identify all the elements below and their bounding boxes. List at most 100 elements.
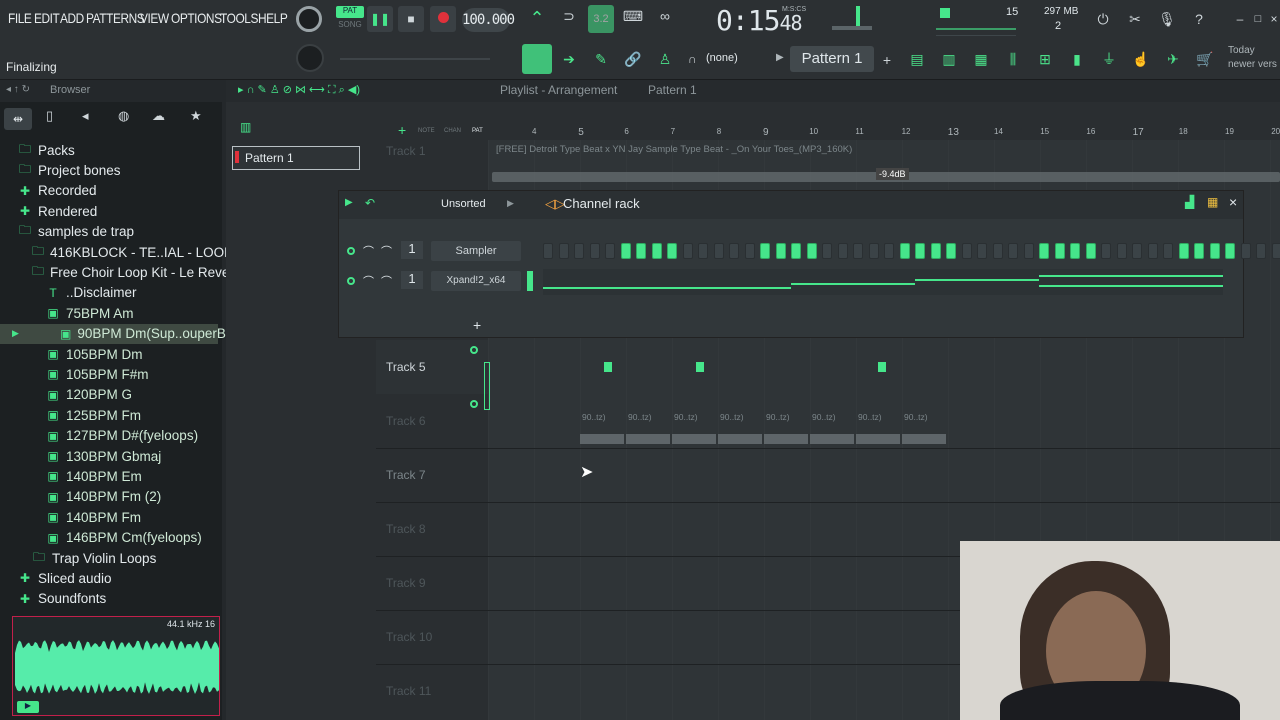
playlist-view-button[interactable] <box>522 44 552 74</box>
add-track-icon[interactable]: + <box>398 122 406 138</box>
menu-file[interactable]: FILE <box>8 10 32 26</box>
step-button[interactable] <box>853 243 863 259</box>
step-button[interactable] <box>698 243 708 259</box>
pat-mode-toggle[interactable]: PAT <box>336 6 364 18</box>
track-mute-icon[interactable] <box>470 400 478 408</box>
step-button[interactable] <box>1116 243 1127 259</box>
preview-play-icon[interactable]: ▶ <box>17 701 39 713</box>
step-button[interactable] <box>1147 243 1158 259</box>
close-icon[interactable]: × <box>1229 194 1237 210</box>
magnet-icon[interactable]: ∩ <box>688 52 697 66</box>
audio-clip-short[interactable]: 90..tz) <box>626 412 672 452</box>
browser-item[interactable]: ✚ Soundfonts <box>0 589 218 609</box>
browser-item[interactable]: 🗀 Free Choir Loop Kit - Le Reve <box>0 262 229 282</box>
browser-globe-icon[interactable]: ◍ <box>118 108 129 124</box>
step-button[interactable] <box>837 243 848 259</box>
pattern-list-item[interactable]: Pattern 1 <box>232 146 360 170</box>
loop-record-icon[interactable]: ∞ <box>652 8 678 30</box>
playlist-tool-icons[interactable]: ▸ ∩ ✎ ♙ ⊘ ⋈ ⟷ ⛶ ⌕ ◀) <box>238 83 360 97</box>
step-button[interactable] <box>636 243 646 259</box>
browser-item[interactable]: ▣ 140BPM Em <box>0 466 218 486</box>
step-button[interactable] <box>1070 243 1080 259</box>
audio-clip-short[interactable]: 90..tz) <box>902 412 948 452</box>
step-button[interactable] <box>868 243 879 259</box>
channel-rack-icon[interactable]: ▦ <box>970 48 992 70</box>
step-button[interactable] <box>558 243 569 259</box>
channel-pan-knob[interactable]: ⌒ <box>363 273 374 289</box>
step-button[interactable] <box>651 243 662 259</box>
step-button[interactable] <box>667 243 677 259</box>
browser-item[interactable]: ✚ Rendered <box>0 201 218 221</box>
tempo-display[interactable]: 100.000 <box>462 8 515 32</box>
channel-volume-knob[interactable]: ⌒ <box>381 273 392 289</box>
swing-icon[interactable]: ↶ <box>365 196 375 210</box>
channel-rack-menu-icon[interactable]: ▶ <box>345 197 353 208</box>
close-window-icon[interactable]: × <box>1268 8 1280 30</box>
stamp-icon[interactable]: ♙ <box>654 48 676 70</box>
step-button[interactable] <box>605 243 615 259</box>
audio-clip-short[interactable]: 90..tz) <box>718 412 764 452</box>
pencil-icon[interactable]: ✎ <box>590 48 612 70</box>
link-icon[interactable]: 🔗 <box>622 48 644 70</box>
track-label[interactable]: Track 10 <box>386 630 432 644</box>
browser-file-icon[interactable]: ▯ <box>46 108 53 124</box>
tempo-fine-slider[interactable] <box>340 58 490 60</box>
group-filter[interactable]: Unsorted <box>441 198 486 210</box>
menu-edit[interactable]: EDIT <box>34 10 60 26</box>
browser-item[interactable]: ▣ 105BPM Dm <box>0 344 218 364</box>
maximize-icon[interactable]: □ <box>1252 8 1264 30</box>
browser-tree-icon[interactable]: ⇹ <box>4 108 32 130</box>
pattern-picker-icon[interactable]: ▥ <box>240 120 251 134</box>
audio-clip-short[interactable]: 90..tz) <box>810 412 856 452</box>
audio-clip-short[interactable]: 90..tz) <box>764 412 810 452</box>
browser-item[interactable]: ▣ 75BPM Am <box>0 303 218 323</box>
browser-item[interactable]: 🗀 416KBLOCK - TE..IAL - LOOP KIT <box>0 242 258 262</box>
browser-item[interactable]: ✚ Sliced audio <box>0 568 218 588</box>
file-icon[interactable]: ▮ <box>1066 48 1088 70</box>
browser-item[interactable]: 🗀 Project bones <box>0 160 218 180</box>
step-button[interactable] <box>946 243 956 259</box>
step-button[interactable] <box>729 243 739 259</box>
step-button[interactable] <box>1163 243 1173 259</box>
channel-select-indicator[interactable] <box>527 271 533 291</box>
menu-options[interactable]: OPTIONS <box>171 10 222 26</box>
step-button[interactable] <box>791 243 801 259</box>
pattern-clip[interactable] <box>878 362 886 372</box>
browser-item[interactable]: ▣ 105BPM F#m <box>0 364 218 384</box>
sample-preview[interactable]: 44.1 kHz 16 ▶ <box>12 616 220 716</box>
step-button[interactable] <box>806 243 817 259</box>
master-volume-knob[interactable] <box>296 6 322 32</box>
countdown-icon[interactable]: 3.2 <box>588 5 614 33</box>
browser-cloud-icon[interactable]: ☁ <box>152 108 165 124</box>
audio-clip[interactable]: [FREE] Detroit Type Beat x YN Jay Sample… <box>492 142 1280 190</box>
browser-item[interactable]: ▣ 120BPM G <box>0 385 218 405</box>
browser-item[interactable]: ▣ 90BPM Dm(Sup..ouperBeatz) ▶ <box>0 323 256 344</box>
step-button[interactable] <box>1023 243 1034 259</box>
mic-icon[interactable]: 🎙 <box>1156 8 1178 30</box>
step-button[interactable] <box>1240 243 1251 259</box>
help-icon[interactable]: ? <box>1188 8 1210 30</box>
step-button[interactable] <box>760 243 770 259</box>
menu-view[interactable]: VIEW <box>140 10 169 26</box>
touch-icon[interactable]: ☝ <box>1130 48 1152 70</box>
piano-roll-icon[interactable]: ▥ <box>938 48 960 70</box>
step-button[interactable] <box>1209 243 1220 259</box>
step-button[interactable] <box>574 243 584 259</box>
browser-speaker-icon[interactable]: ◂ <box>82 108 89 124</box>
add-pattern-icon[interactable]: + <box>880 50 894 70</box>
cart-icon[interactable]: 🛒 <box>1194 48 1216 70</box>
step-button[interactable] <box>1225 243 1235 259</box>
browser-item[interactable]: 🗀 Trap Violin Loops <box>0 548 218 568</box>
step-button[interactable] <box>1085 243 1096 259</box>
step-button[interactable] <box>713 243 724 259</box>
browser-item[interactable]: ▣ 146BPM Cm(fyeloops) <box>0 528 218 548</box>
step-button[interactable] <box>977 243 987 259</box>
pattern-clip[interactable] <box>696 362 704 372</box>
song-mode-toggle[interactable]: SONG <box>336 20 364 32</box>
browser-item[interactable]: 🗀 Packs <box>0 140 218 160</box>
track-mute-icon[interactable] <box>470 346 478 354</box>
keyboard-icon[interactable]: ▦ <box>1207 195 1218 209</box>
track-label[interactable]: Track 8 <box>386 522 426 536</box>
mixer-track-number[interactable]: 1 <box>401 241 423 259</box>
track-label[interactable]: Track 5 <box>386 360 426 374</box>
